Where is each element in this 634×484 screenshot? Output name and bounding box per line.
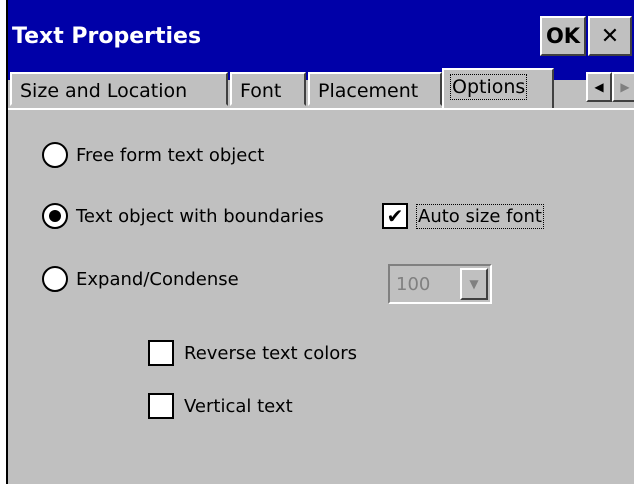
arrow-right-icon: ▶ — [620, 80, 630, 94]
text-properties-dialog: Text Properties OK ✕ Size and Location F… — [6, 0, 634, 484]
window-title: Text Properties — [12, 24, 202, 49]
tab-label: Options — [449, 74, 528, 100]
reverse-colors-option[interactable]: Reverse text colors — [148, 340, 357, 366]
tab-options[interactable]: Options — [442, 68, 554, 108]
reverse-colors-checkbox[interactable] — [148, 340, 174, 366]
close-button[interactable]: ✕ — [588, 16, 632, 56]
expand-condense-option[interactable]: Expand/Condense — [42, 266, 239, 292]
ok-button[interactable]: OK — [540, 16, 586, 56]
dropdown-button[interactable]: ▼ — [460, 268, 488, 300]
expand-condense-radio[interactable] — [42, 266, 68, 292]
free-form-option[interactable]: Free form text object — [42, 142, 264, 168]
tab-size-and-location[interactable]: Size and Location — [10, 72, 228, 106]
auto-size-font-label: Auto size font — [416, 203, 544, 229]
free-form-label: Free form text object — [76, 144, 265, 166]
tab-divider — [8, 108, 634, 110]
boundaries-label: Text object with boundaries — [76, 205, 324, 227]
chevron-down-icon: ▼ — [469, 277, 479, 291]
checkmark-icon: ✔ — [386, 204, 404, 228]
boundaries-radio[interactable] — [42, 203, 68, 229]
boundaries-option[interactable]: Text object with boundaries — [42, 203, 324, 229]
free-form-radio[interactable] — [42, 142, 68, 168]
tab-placement[interactable]: Placement — [308, 72, 442, 106]
tab-scroll-right-button[interactable]: ▶ — [612, 72, 634, 102]
tab-font[interactable]: Font — [230, 72, 306, 106]
tab-scroll-left-button[interactable]: ◀ — [586, 72, 612, 102]
tab-label: Font — [240, 80, 282, 102]
vertical-text-checkbox[interactable] — [148, 393, 174, 419]
condense-percent-value: 100 — [396, 274, 431, 295]
auto-size-font-option[interactable]: ✔ Auto size font — [382, 203, 544, 229]
vertical-text-label: Vertical text — [184, 395, 293, 417]
vertical-text-option[interactable]: Vertical text — [148, 393, 293, 419]
auto-size-font-checkbox[interactable]: ✔ — [382, 203, 408, 229]
tab-label: Size and Location — [20, 80, 188, 102]
close-icon: ✕ — [600, 23, 620, 49]
expand-condense-label: Expand/Condense — [76, 268, 239, 290]
reverse-colors-label: Reverse text colors — [184, 342, 358, 364]
tab-strip: Size and Location Font Placement Options… — [8, 68, 634, 110]
arrow-left-icon: ◀ — [594, 80, 604, 94]
condense-percent-select[interactable]: 100 ▼ — [388, 264, 492, 304]
tab-label: Placement — [318, 80, 419, 102]
radio-selected-dot — [49, 210, 61, 222]
